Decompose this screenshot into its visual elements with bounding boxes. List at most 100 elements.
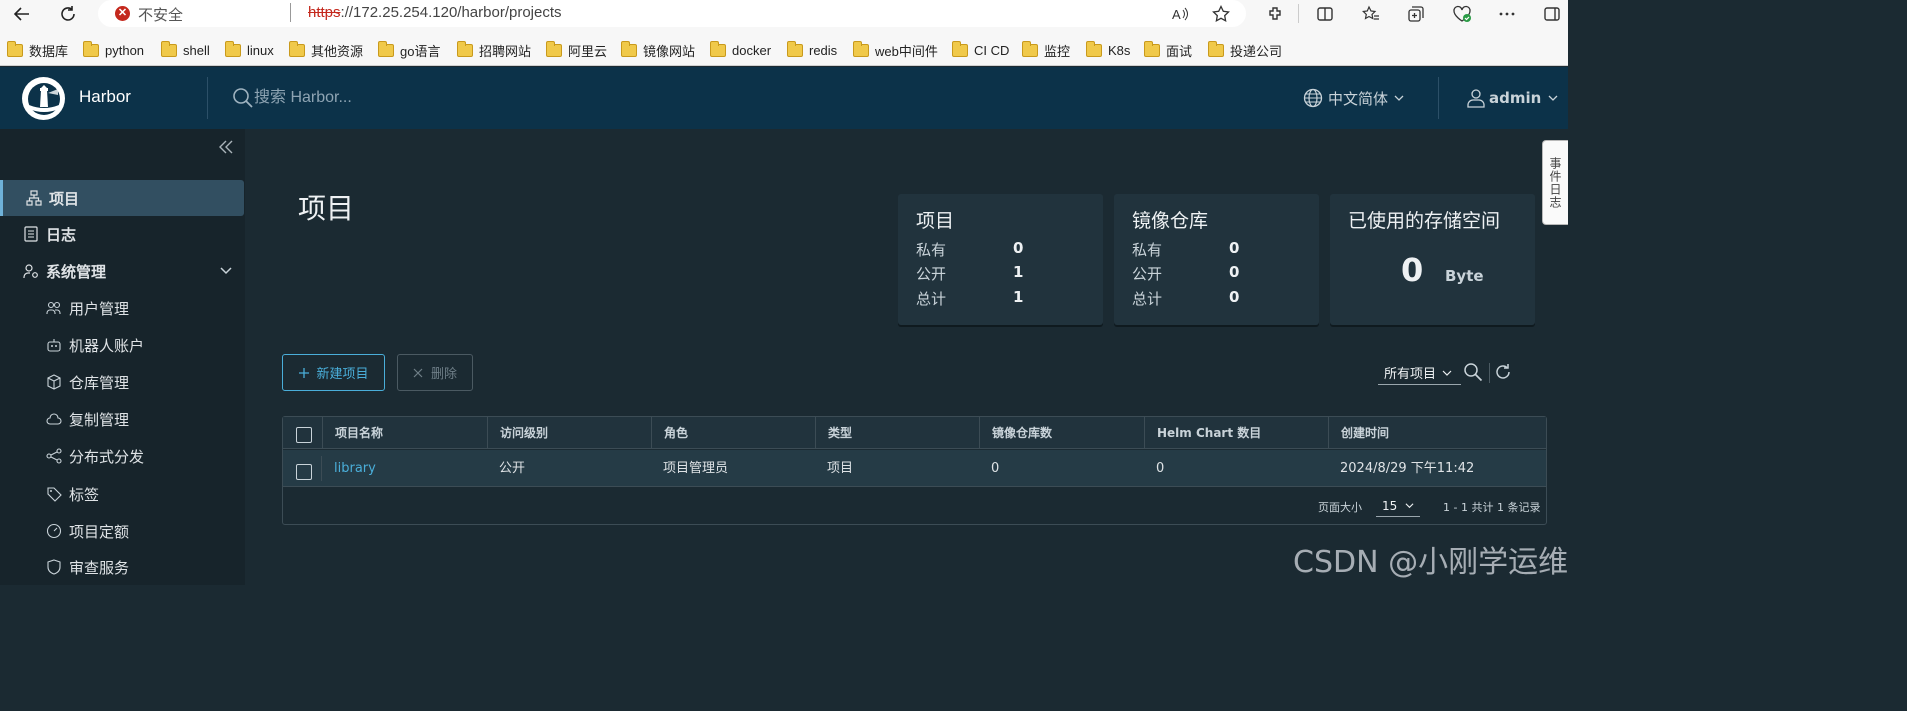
logs-icon bbox=[22, 225, 40, 243]
bookmark-folder[interactable]: CI CD bbox=[952, 40, 1009, 59]
sidebar-item-label: 复制管理 bbox=[69, 410, 130, 429]
bookmark-folder[interactable]: 投递公司 bbox=[1208, 40, 1282, 59]
sidebar-item-logs[interactable]: 日志 bbox=[0, 216, 245, 252]
cell-repo-count: 0 bbox=[991, 461, 1000, 476]
more-menu-icon[interactable] bbox=[1493, 0, 1521, 27]
header-divider bbox=[1438, 77, 1439, 119]
sidebar-item-admin[interactable]: 系统管理 bbox=[0, 253, 245, 289]
column-header-chart-count[interactable]: Helm Chart 数目 bbox=[1144, 417, 1328, 449]
sidebar-item-label: 机器人账户 bbox=[69, 336, 145, 355]
filter-search-icon[interactable] bbox=[1463, 362, 1485, 384]
collapse-sidebar-icon[interactable] bbox=[218, 139, 238, 159]
bookmark-folder[interactable]: web中间件 bbox=[853, 40, 938, 59]
favorite-star-icon[interactable] bbox=[1207, 0, 1235, 27]
bookmark-folder[interactable]: 阿里云 bbox=[546, 40, 607, 59]
row-checkbox[interactable] bbox=[296, 464, 312, 480]
folder-icon bbox=[952, 40, 968, 57]
bookmark-folder[interactable]: docker bbox=[710, 40, 771, 59]
page-size-value: 15 bbox=[1382, 498, 1398, 513]
column-header-created[interactable]: 创建时间 bbox=[1328, 417, 1546, 449]
page-size-select[interactable]: 15 bbox=[1376, 495, 1420, 517]
folder-icon bbox=[378, 40, 394, 57]
table-footer: 页面大小 15 1 - 1 共计 1 条记录 bbox=[283, 487, 1546, 524]
bookmark-folder[interactable]: go语言 bbox=[378, 40, 440, 59]
header-divider bbox=[207, 77, 208, 119]
project-link[interactable]: library bbox=[334, 461, 376, 476]
select-all-checkbox[interactable] bbox=[296, 427, 312, 443]
url-path: ://172.25.254.120/harbor/projects bbox=[340, 4, 562, 21]
read-aloud-icon[interactable]: A bbox=[1166, 0, 1194, 27]
bookmark-folder[interactable]: linux bbox=[225, 40, 274, 59]
bookmark-folder[interactable]: 镜像网站 bbox=[621, 40, 695, 59]
bookmark-folder[interactable]: shell bbox=[161, 40, 210, 59]
pagination-info: 1 - 1 共计 1 条记录 bbox=[1443, 501, 1541, 514]
bookmark-folder[interactable]: 监控 bbox=[1022, 40, 1070, 59]
column-header-name[interactable]: 项目名称 bbox=[322, 417, 487, 449]
toolbar-divider bbox=[1298, 4, 1299, 23]
admin-icon bbox=[22, 262, 40, 280]
column-header-role[interactable]: 角色 bbox=[651, 417, 815, 449]
address-bar[interactable]: ✕ 不安全 https://172.25.254.120/harbor/proj… bbox=[98, 0, 1246, 27]
new-project-button[interactable]: 新建项目 bbox=[282, 354, 385, 391]
app-title[interactable]: Harbor bbox=[79, 87, 131, 107]
favorites-icon[interactable] bbox=[1357, 0, 1385, 27]
project-filter-select[interactable]: 所有项目 bbox=[1378, 361, 1461, 385]
delete-button[interactable]: 删除 bbox=[397, 354, 473, 391]
cell-chart-count: 0 bbox=[1156, 461, 1165, 476]
column-header-repo-count[interactable]: 镜像仓库数 bbox=[979, 417, 1144, 449]
bookmark-folder[interactable]: 招聘网站 bbox=[457, 40, 531, 59]
sidebar-item-registries[interactable]: 仓库管理 bbox=[0, 364, 245, 400]
repositories-summary-card: 镜像仓库 私有 0 公开 0 总计 0 bbox=[1114, 194, 1319, 325]
url-text[interactable]: https://172.25.254.120/harbor/projects bbox=[308, 4, 562, 21]
user-menu[interactable]: admin bbox=[1466, 86, 1558, 110]
storage-value: 0 bbox=[1401, 251, 1424, 289]
sidebar-item-robot-accounts[interactable]: 机器人账户 bbox=[0, 327, 245, 363]
collections-icon[interactable] bbox=[1402, 0, 1430, 27]
folder-icon bbox=[1144, 40, 1160, 57]
search-icon[interactable] bbox=[232, 87, 254, 109]
bookmark-folder[interactable]: K8s bbox=[1086, 40, 1130, 59]
folder-icon bbox=[289, 40, 305, 57]
sidebar-item-distributions[interactable]: 分布式分发 bbox=[0, 438, 245, 474]
harbor-logo-icon[interactable] bbox=[22, 77, 65, 120]
folder-icon bbox=[853, 40, 869, 57]
sidebar-item-label: 标签 bbox=[69, 485, 100, 504]
sidebar-item-label: 用户管理 bbox=[69, 299, 130, 318]
svg-text:A: A bbox=[1172, 7, 1181, 22]
bookmark-folder[interactable]: redis bbox=[787, 40, 837, 59]
bookmark-folder[interactable]: 数据库 bbox=[7, 40, 68, 59]
url-separator bbox=[290, 3, 291, 22]
users-icon bbox=[45, 299, 63, 317]
extensions-icon[interactable] bbox=[1262, 0, 1290, 27]
sidebar-toggle-icon[interactable] bbox=[1538, 0, 1566, 27]
quota-icon bbox=[45, 522, 63, 540]
sidebar-item-replications[interactable]: 复制管理 bbox=[0, 401, 245, 437]
column-header-type[interactable]: 类型 bbox=[815, 417, 979, 449]
insecure-icon[interactable]: ✕ bbox=[115, 6, 130, 21]
insecure-label[interactable]: 不安全 bbox=[138, 4, 183, 25]
filter-divider bbox=[1489, 363, 1490, 383]
global-search-input[interactable] bbox=[254, 86, 554, 110]
card-row-value: 0 bbox=[1229, 288, 1240, 306]
sidebar-item-interrogation-services[interactable]: 审查服务 bbox=[0, 549, 245, 585]
bookmark-folder[interactable]: 面试 bbox=[1144, 40, 1192, 59]
reload-icon[interactable] bbox=[54, 0, 82, 27]
column-header-access[interactable]: 访问级别 bbox=[487, 417, 651, 449]
robot-icon bbox=[45, 336, 63, 354]
bookmark-folder[interactable]: 其他资源 bbox=[289, 40, 363, 59]
table-row[interactable]: library 公开 项目管理员 项目 0 0 2024/8/29 下午11:4… bbox=[283, 450, 1546, 487]
card-row-label: 总计 bbox=[1132, 290, 1163, 308]
sidebar-item-labels[interactable]: 标签 bbox=[0, 476, 245, 512]
refresh-icon[interactable] bbox=[1493, 362, 1515, 384]
browser-essentials-icon[interactable] bbox=[1448, 0, 1476, 27]
sidebar-item-users[interactable]: 用户管理 bbox=[0, 290, 245, 326]
bookmark-folder[interactable]: python bbox=[83, 40, 144, 59]
back-icon[interactable] bbox=[8, 0, 36, 27]
event-log-tab[interactable]: 事件日志 bbox=[1542, 140, 1568, 225]
sidebar-item-project-quotas[interactable]: 项目定额 bbox=[0, 513, 245, 549]
split-screen-icon[interactable] bbox=[1311, 0, 1339, 27]
language-switcher[interactable]: 中文简体 bbox=[1303, 86, 1404, 110]
replication-icon bbox=[45, 410, 63, 428]
delete-label: 删除 bbox=[430, 367, 457, 382]
sidebar-item-projects[interactable]: 项目 bbox=[0, 180, 244, 216]
